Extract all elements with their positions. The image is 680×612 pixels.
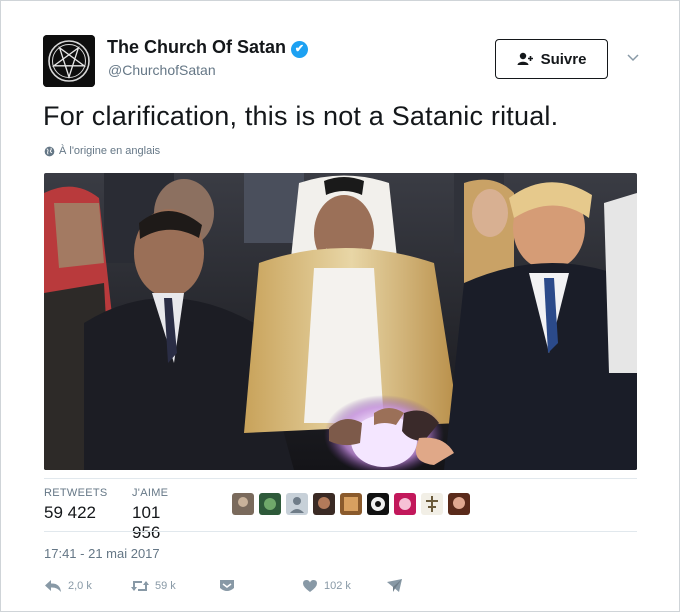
photo-image <box>44 173 637 470</box>
moments-button[interactable] <box>219 579 235 593</box>
reply-button[interactable]: 2,0 k <box>44 579 92 593</box>
like-button[interactable]: 102 k <box>302 579 351 593</box>
retweet-count: 59 k <box>155 580 176 592</box>
tweet-actions: 2,0 k 59 k 102 k <box>44 579 444 601</box>
reply-icon <box>45 580 61 592</box>
tweet-photo[interactable] <box>44 173 637 470</box>
add-user-icon <box>517 52 533 65</box>
liker-avatar[interactable] <box>421 493 443 515</box>
globe-icon <box>44 146 55 156</box>
translation-note-text: À l'origine en anglais <box>59 145 161 157</box>
retweets-stat[interactable]: RETWEETS 59 422 <box>44 487 108 523</box>
verified-badge-icon: ✔ <box>291 41 309 58</box>
avatar[interactable] <box>43 35 95 87</box>
translation-note[interactable]: À l'origine en anglais <box>44 145 160 157</box>
liker-avatar[interactable] <box>286 493 308 515</box>
tweet-text: For clarification, this is not a Satanic… <box>43 101 559 131</box>
retweet-button[interactable]: 59 k <box>131 579 176 593</box>
retweets-value: 59 422 <box>44 503 96 522</box>
retweet-icon <box>131 581 149 591</box>
tweet-card: The Church Of Satan ✔ @ChurchofSatan Suiv… <box>0 0 680 612</box>
liker-avatar[interactable] <box>259 493 281 515</box>
liker-avatar[interactable] <box>394 493 416 515</box>
liker-avatar[interactable] <box>232 493 254 515</box>
direct-message-button[interactable] <box>386 579 403 593</box>
author-name-text[interactable]: The Church Of Satan <box>107 37 286 57</box>
likes-value: 101 956 <box>132 503 161 542</box>
heart-icon <box>303 580 317 592</box>
divider <box>44 478 637 479</box>
chevron-down-icon[interactable] <box>627 50 639 65</box>
follow-button[interactable]: Suivre <box>495 39 608 79</box>
likes-label: J'AIME <box>132 487 169 499</box>
message-icon <box>387 579 402 592</box>
author-name[interactable]: The Church Of Satan ✔ <box>107 37 309 58</box>
like-count: 102 k <box>324 580 351 592</box>
pentagram-icon <box>43 35 95 87</box>
likes-stat[interactable]: J'AIME 101 956 <box>132 487 168 543</box>
reply-count: 2,0 k <box>68 580 92 592</box>
retweets-label: RETWEETS <box>44 487 108 499</box>
timestamp[interactable]: 17:41 - 21 mai 2017 <box>44 546 160 561</box>
likers-avatars <box>232 493 470 515</box>
liker-avatar[interactable] <box>313 493 335 515</box>
author-handle[interactable]: @ChurchofSatan <box>108 62 216 78</box>
moments-icon <box>220 580 234 591</box>
liker-avatar[interactable] <box>448 493 470 515</box>
divider <box>44 531 637 532</box>
follow-button-label: Suivre <box>540 50 587 68</box>
liker-avatar[interactable] <box>367 493 389 515</box>
liker-avatar[interactable] <box>340 493 362 515</box>
